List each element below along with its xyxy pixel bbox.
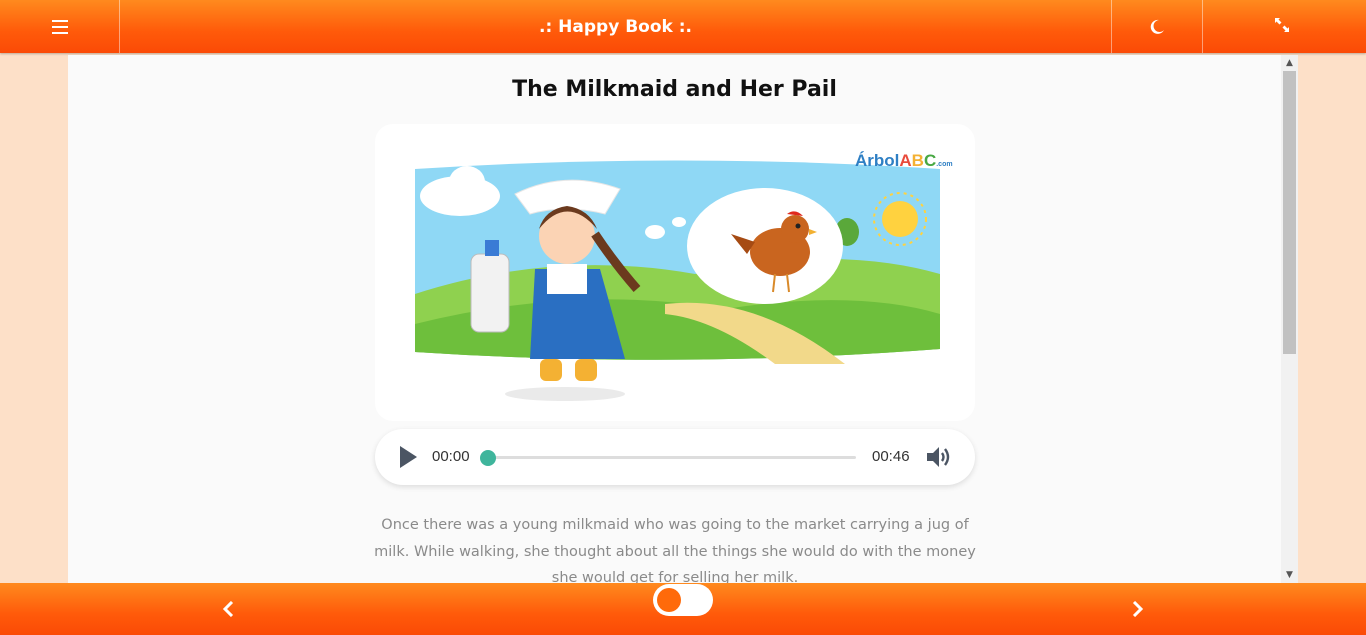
menu-icon <box>51 19 68 34</box>
fullscreen-button[interactable] <box>1202 0 1366 53</box>
scroll-up-icon[interactable]: ▲ <box>1281 55 1298 71</box>
story-text: Once there was a young milkmaid who was … <box>374 517 976 583</box>
volume-icon[interactable] <box>925 445 953 469</box>
audio-player: 00:00 00:46 <box>375 429 975 485</box>
bottom-bar <box>0 583 1366 635</box>
fullscreen-icon <box>1274 17 1289 32</box>
previous-page-button[interactable] <box>208 591 248 627</box>
arbolabc-logo: ÁrbolABC.com <box>855 151 953 170</box>
chevron-right-icon <box>1132 601 1144 617</box>
story-illustration: ÁrbolABC.com <box>375 124 975 421</box>
scrollbar[interactable]: ▲ ▼ <box>1281 55 1298 583</box>
mode-toggle[interactable] <box>653 584 713 616</box>
milkmaid-illustration: ÁrbolABC.com <box>415 151 953 401</box>
progress-track[interactable] <box>488 456 856 459</box>
toggle-knob <box>657 588 681 612</box>
scrollbar-thumb[interactable] <box>1283 71 1296 354</box>
scroll-down-icon[interactable]: ▼ <box>1281 567 1298 583</box>
progress-handle[interactable] <box>480 450 496 466</box>
current-time: 00:00 <box>432 448 470 465</box>
app-title: .: Happy Book :. <box>538 16 692 37</box>
theme-toggle-button[interactable] <box>1111 0 1203 53</box>
next-page-button[interactable] <box>1118 591 1158 627</box>
play-icon[interactable] <box>398 445 418 469</box>
moon-icon <box>1150 19 1164 34</box>
story-title: The Milkmaid and Her Pail <box>512 77 837 102</box>
story-page: The Milkmaid and Her Pail ÁrbolABC.com 0… <box>68 55 1298 583</box>
duration-time: 00:46 <box>872 448 910 465</box>
chevron-left-icon <box>222 601 234 617</box>
top-bar: .: Happy Book :. <box>0 0 1366 53</box>
menu-button[interactable] <box>0 0 120 53</box>
